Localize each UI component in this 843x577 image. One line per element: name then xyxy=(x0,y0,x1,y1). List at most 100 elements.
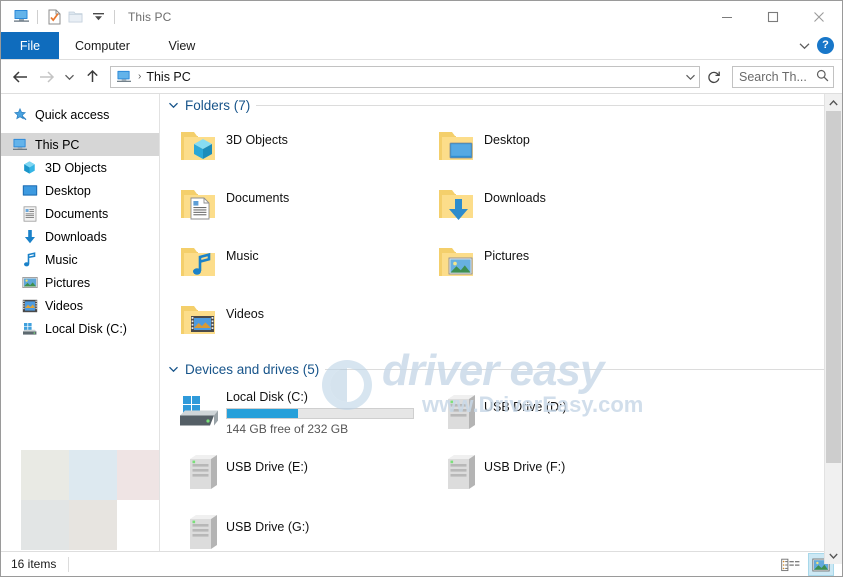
breadcrumb-dropdown-chevron-icon[interactable] xyxy=(685,67,696,87)
close-button[interactable] xyxy=(796,1,842,32)
sidebar-item-label: Local Disk (C:) xyxy=(45,321,127,336)
drive-item-usb-f[interactable]: USB Drive (F:) xyxy=(432,444,690,504)
drive-item-usb-d[interactable]: USB Drive (D:) xyxy=(432,384,690,444)
sidebar-item-3d-objects[interactable]: 3D Objects xyxy=(1,156,159,179)
details-view-button[interactable] xyxy=(778,553,804,576)
drive-info: USB Drive (G:) xyxy=(226,508,309,534)
redacted-block xyxy=(21,500,69,550)
explorer-body: Quick access This PC 3D Objects Desktop … xyxy=(1,93,842,564)
up-button[interactable] xyxy=(79,64,105,90)
drive-label: USB Drive (E:) xyxy=(226,460,308,474)
window-title: This PC xyxy=(128,9,172,24)
desktop-icon xyxy=(21,182,38,199)
title-bar: This PC xyxy=(1,1,842,32)
sidebar-item-this-pc[interactable]: This PC xyxy=(1,133,159,156)
recent-locations-chevron-icon[interactable] xyxy=(59,64,79,90)
sidebar-item-documents[interactable]: Documents xyxy=(1,202,159,225)
drive-usage-bar xyxy=(226,408,414,419)
forward-button[interactable] xyxy=(33,64,59,90)
help-icon[interactable]: ? xyxy=(817,37,834,54)
folder-item-label: Videos xyxy=(226,307,264,321)
scrollbar-thumb[interactable] xyxy=(826,111,841,463)
downloads-icon xyxy=(21,228,38,245)
folder-item-downloads[interactable]: Downloads xyxy=(432,178,690,236)
sidebar-item-local-disk-c[interactable]: Local Disk (C:) xyxy=(1,317,159,340)
scroll-up-arrow-icon[interactable] xyxy=(825,94,842,111)
folder-item-documents[interactable]: Documents xyxy=(174,178,432,236)
folder-item-label: Documents xyxy=(226,191,290,205)
this-pc-icon xyxy=(11,136,28,153)
folder-item-3d-objects[interactable]: 3D Objects xyxy=(174,120,432,178)
breadcrumb-separator: › xyxy=(138,71,142,82)
search-input-value: Search Th... xyxy=(739,69,807,84)
chevron-down-icon[interactable] xyxy=(168,362,179,376)
breadcrumb[interactable]: › This PC xyxy=(110,65,700,88)
drive-label: USB Drive (D:) xyxy=(484,400,567,414)
sidebar-item-desktop[interactable]: Desktop xyxy=(1,179,159,202)
folder-music-icon xyxy=(174,238,226,288)
chevron-down-icon[interactable] xyxy=(168,98,179,112)
minimize-button[interactable] xyxy=(704,1,750,32)
this-pc-icon[interactable] xyxy=(10,6,32,28)
sidebar-item-label: Videos xyxy=(45,298,83,313)
group-divider xyxy=(256,104,824,106)
drive-item-local-disk-c[interactable]: Local Disk (C:) 144 GB free of 232 GB xyxy=(174,384,432,444)
qat-divider-1 xyxy=(37,9,38,24)
drives-group-header[interactable]: Devices and drives (5) xyxy=(160,358,842,380)
redacted-block xyxy=(69,500,117,550)
expand-ribbon-chevron-icon[interactable] xyxy=(793,35,815,57)
search-icon xyxy=(816,69,829,85)
status-item-count: 16 items xyxy=(11,557,57,571)
back-button[interactable] xyxy=(7,64,33,90)
tab-view[interactable]: View xyxy=(146,32,218,59)
sidebar-item-pictures[interactable]: Pictures xyxy=(1,271,159,294)
music-icon xyxy=(21,251,38,268)
properties-icon[interactable] xyxy=(43,6,65,28)
usb-drive-icon xyxy=(174,448,226,496)
usb-drive-icon xyxy=(432,388,484,436)
sidebar-item-label: Downloads xyxy=(45,229,107,244)
scroll-down-arrow-icon[interactable] xyxy=(825,547,842,564)
status-divider xyxy=(68,556,70,572)
maximize-button[interactable] xyxy=(750,1,796,32)
folders-group-header[interactable]: Folders (7) xyxy=(160,94,842,116)
vertical-scrollbar[interactable] xyxy=(824,94,842,564)
breadcrumb-current: This PC xyxy=(146,69,191,84)
tab-file[interactable]: File xyxy=(1,32,59,59)
folder-item-music[interactable]: Music xyxy=(174,236,432,294)
sidebar-item-downloads[interactable]: Downloads xyxy=(1,225,159,248)
folder-item-videos[interactable]: Videos xyxy=(174,294,432,352)
file-explorer-window: This PC File Computer View ? › This PC S… xyxy=(0,0,843,577)
new-folder-icon[interactable] xyxy=(65,6,87,28)
search-input[interactable]: Search Th... xyxy=(732,65,834,88)
folder-documents-icon xyxy=(174,180,226,230)
sidebar-item-music[interactable]: Music xyxy=(1,248,159,271)
windows-drive-icon xyxy=(174,388,226,436)
customize-chevron-icon[interactable] xyxy=(87,6,109,28)
group-divider xyxy=(325,368,824,370)
address-bar: › This PC Search Th... xyxy=(1,60,842,93)
sidebar-item-quick-access[interactable]: Quick access xyxy=(1,103,159,126)
sidebar-item-label: Desktop xyxy=(45,183,91,198)
redacted-block xyxy=(69,450,117,500)
redacted-block xyxy=(117,450,159,500)
drive-label: USB Drive (G:) xyxy=(226,520,310,534)
drive-item-usb-e[interactable]: USB Drive (E:) xyxy=(174,444,432,504)
sidebar-item-videos[interactable]: Videos xyxy=(1,294,159,317)
hard-drive-icon xyxy=(21,320,38,337)
status-bar: 16 items xyxy=(1,551,842,576)
content-pane: Folders (7) 3D Objects Desktop Documents… xyxy=(160,94,842,564)
folder-item-label: Music xyxy=(226,249,259,263)
drive-label: USB Drive (F:) xyxy=(484,460,566,474)
usb-drive-icon xyxy=(174,508,226,556)
redacted-sidebar-region xyxy=(21,450,159,550)
drive-info: Local Disk (C:) 144 GB free of 232 GB xyxy=(226,388,414,436)
breadcrumb-this-pc-icon xyxy=(116,70,132,84)
folder-item-desktop[interactable]: Desktop xyxy=(432,120,690,178)
drive-usage-fill xyxy=(227,409,298,418)
quick-access-toolbar: This PC xyxy=(1,1,171,32)
refresh-button[interactable] xyxy=(702,65,726,89)
3d-objects-icon xyxy=(21,159,38,176)
folder-item-pictures[interactable]: Pictures xyxy=(432,236,690,294)
tab-computer[interactable]: Computer xyxy=(59,32,146,59)
